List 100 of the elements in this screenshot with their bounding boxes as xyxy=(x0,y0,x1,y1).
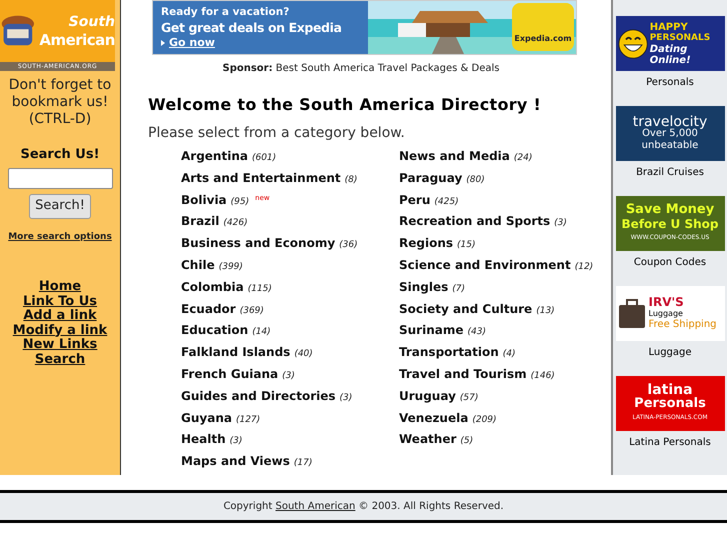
category-link[interactable]: Paraguay xyxy=(399,170,462,185)
ad-text: Personals xyxy=(634,396,706,410)
category-link[interactable]: Guides and Directories xyxy=(181,388,336,403)
ad-text: unbeatable xyxy=(642,140,698,152)
nav-link[interactable]: Search xyxy=(34,352,86,367)
category-link[interactable]: Falkland Islands xyxy=(181,345,290,360)
ad-banner[interactable]: Ready for a vacation? Get great deals on Expedia Go now Expedia.com xyxy=(152,0,577,55)
category-count: (36) xyxy=(339,240,358,250)
nav-link[interactable]: Home xyxy=(38,280,82,294)
category-count: (115) xyxy=(248,284,272,294)
banner-headline: Get great deals on Expedia xyxy=(161,20,342,35)
category-link[interactable]: Colombia xyxy=(181,280,244,294)
category-link[interactable]: Regions xyxy=(399,236,454,250)
category-count: (3) xyxy=(230,436,242,446)
search-field[interactable] xyxy=(8,168,112,188)
category-link[interactable]: Uruguay xyxy=(399,388,456,403)
bookmark-note: Don't forget to bookmark us! (CTRL-D) xyxy=(8,77,112,128)
category-link[interactable]: Peru xyxy=(399,192,430,207)
category-link[interactable]: Ecuador xyxy=(181,302,236,316)
search-button[interactable]: Search! xyxy=(29,194,91,218)
category-link[interactable]: Argentina xyxy=(181,149,248,163)
more-search-link[interactable]: More search options xyxy=(8,230,112,244)
suitcase-icon xyxy=(618,298,646,328)
ad-text: IRV'S xyxy=(648,297,685,308)
category-count: (7) xyxy=(452,284,466,294)
ad-text: latina xyxy=(647,382,693,396)
category-link[interactable]: Transportation xyxy=(399,345,499,360)
ad-caption[interactable]: Coupon Codes xyxy=(634,257,706,269)
brand-text: Expedia.com xyxy=(514,33,572,45)
category-link[interactable]: Business and Economy xyxy=(181,236,336,250)
smiley-icon xyxy=(618,26,648,60)
category-count: (40) xyxy=(294,349,313,360)
ad-text: Before U Shop xyxy=(622,216,718,230)
ad-banner[interactable]: HAPPY PERSONALS Dating Online! xyxy=(616,16,724,71)
category-link[interactable]: Health xyxy=(181,432,226,446)
logo-text: South xyxy=(68,13,115,31)
ad-banner[interactable]: travelocity Over 5,000 unbeatable xyxy=(616,106,724,161)
ad-caption[interactable]: Personals xyxy=(646,77,694,89)
ad-caption[interactable]: Luggage xyxy=(648,347,692,359)
category-count: (4) xyxy=(502,349,516,360)
category-count: (127) xyxy=(236,414,260,425)
category-count: (426) xyxy=(223,218,248,228)
new-label: new xyxy=(255,194,270,202)
ad-text: Free Shipping xyxy=(648,319,717,330)
category-link[interactable]: Bolivia xyxy=(181,192,227,207)
sponsor-link[interactable]: Best South America Travel Packages & Deals xyxy=(276,63,500,74)
category-count: (425) xyxy=(434,196,459,207)
category-count: (43) xyxy=(468,327,486,338)
category-count: (13) xyxy=(536,306,555,316)
category-count: (17) xyxy=(294,458,312,468)
category-count: (14) xyxy=(252,327,271,338)
nav-link[interactable]: Modify a link xyxy=(12,324,108,338)
category-link[interactable]: Singles xyxy=(399,280,448,294)
category-link[interactable]: News and Media xyxy=(399,149,510,163)
copyright-link[interactable]: South American xyxy=(276,501,356,512)
go-now-link[interactable]: Go now xyxy=(169,35,215,50)
ad-text: Dating Online! xyxy=(650,44,692,66)
category-link[interactable]: Travel and Tourism xyxy=(399,366,527,381)
nav-link[interactable]: Link To Us xyxy=(22,294,98,309)
category-count: (15) xyxy=(457,240,476,250)
category-link[interactable]: Weather xyxy=(399,432,456,446)
category-link[interactable]: Chile xyxy=(181,258,215,272)
category-count: (399) xyxy=(218,262,243,272)
category-link[interactable]: Education xyxy=(181,323,248,338)
category-link[interactable]: Society and Culture xyxy=(399,302,532,316)
category-link[interactable]: Maps and Views xyxy=(181,454,290,468)
category-count: (8) xyxy=(344,174,358,185)
category-link[interactable]: Venezuela xyxy=(399,410,468,425)
category-link[interactable]: Science and Environment xyxy=(399,258,571,272)
copyright-text: Copyright South American © 2003. All Rights Reserved. xyxy=(223,500,504,514)
category-count: (146) xyxy=(530,370,555,381)
ad-text: Save Money xyxy=(626,202,714,216)
banner-text: Ready for a vacation? xyxy=(161,5,290,20)
category-count: (3) xyxy=(340,392,352,403)
ad-text: PERSONALS xyxy=(650,32,712,44)
category-link[interactable]: Suriname xyxy=(399,323,464,338)
triangle-icon xyxy=(161,40,165,46)
logo-text: American xyxy=(39,31,115,49)
ad-caption[interactable]: Latina Personals xyxy=(629,437,711,449)
intro-text: Please select from a category below. xyxy=(148,124,406,143)
category-count: (209) xyxy=(472,414,497,425)
nav-link[interactable]: Add a link xyxy=(23,309,97,324)
category-count: (3) xyxy=(282,370,295,381)
nav-link[interactable]: New Links xyxy=(22,338,98,352)
sponsor-line: Sponsor: Best South America Travel Packages & Deals xyxy=(222,62,500,76)
category-count: (369) xyxy=(240,306,264,316)
category-count: (80) xyxy=(466,174,485,185)
ad-text: HAPPY xyxy=(650,22,689,32)
ad-caption[interactable]: Brazil Cruises xyxy=(636,167,704,179)
category-link[interactable]: French Guiana xyxy=(181,366,278,381)
category-count: (601) xyxy=(252,153,276,163)
category-link[interactable]: Brazil xyxy=(181,214,220,228)
ad-banner[interactable]: IRV'S Luggage Free Shipping xyxy=(616,286,724,341)
category-link[interactable]: Guyana xyxy=(181,410,232,425)
ad-text: Luggage xyxy=(648,308,684,319)
category-count: (3) xyxy=(554,218,567,228)
category-link[interactable]: Arts and Entertainment xyxy=(181,170,341,185)
category-count: (12) xyxy=(574,262,594,272)
category-link[interactable]: Recreation and Sports xyxy=(399,214,550,228)
category-count: (57) xyxy=(460,392,478,403)
